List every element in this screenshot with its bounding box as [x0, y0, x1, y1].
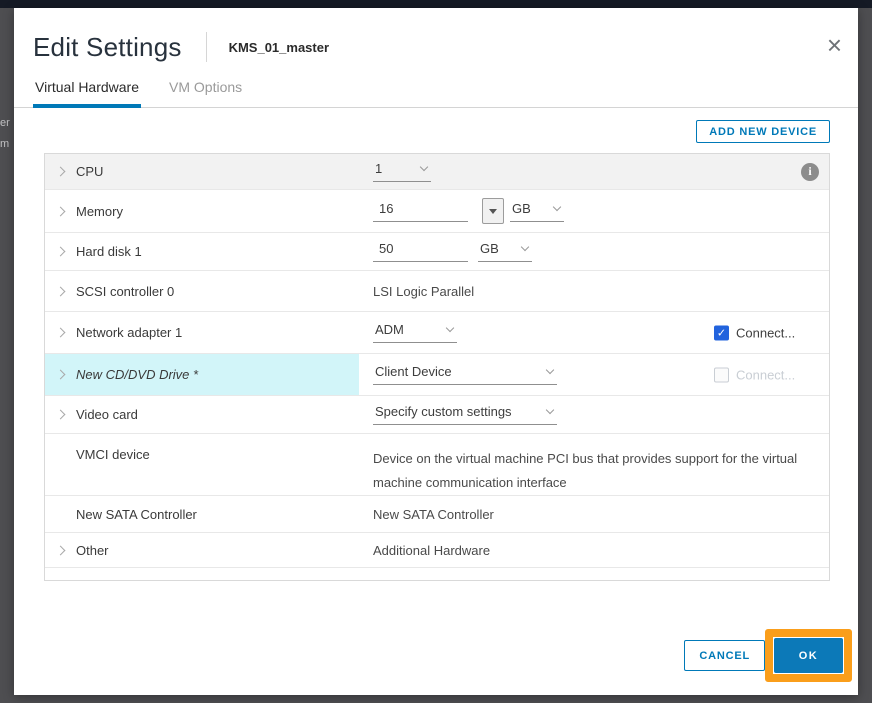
- dialog-footer: CANCEL OK: [684, 629, 852, 682]
- hw-row-new-sata-controller: New SATA Controller New SATA Controller: [45, 496, 829, 533]
- row-label: Network adapter 1: [76, 325, 182, 340]
- network-select[interactable]: ADM: [373, 322, 457, 343]
- close-icon[interactable]: ×: [827, 32, 842, 58]
- ok-highlight-annotation: OK: [765, 629, 852, 682]
- hardware-table: CPU 1 i Memory GB: [44, 153, 830, 581]
- row-label-col: CPU: [45, 154, 373, 189]
- video-settings-select[interactable]: Specify custom settings: [373, 404, 557, 425]
- expand-chevron-icon[interactable]: [56, 206, 66, 216]
- row-label-col: Network adapter 1: [45, 312, 373, 353]
- hw-row-vmci-device: VMCI device Device on the virtual machin…: [45, 434, 829, 496]
- connect-checkbox-group: ✓ Connect...: [714, 325, 795, 340]
- caret-down-icon: [489, 209, 497, 214]
- chevron-down-icon: [521, 243, 529, 251]
- row-label-col: Hard disk 1: [45, 233, 373, 270]
- row-value-text: Additional Hardware: [373, 543, 490, 558]
- chevron-down-icon: [553, 202, 561, 210]
- tab-virtual-hardware[interactable]: Virtual Hardware: [33, 79, 141, 108]
- row-label: Memory: [76, 204, 123, 219]
- connect-checkbox-group: Connect...: [714, 367, 795, 382]
- row-value-text: New SATA Controller: [373, 507, 494, 522]
- expand-chevron-icon[interactable]: [56, 286, 66, 296]
- dialog-header: Edit Settings KMS_01_master: [14, 8, 858, 64]
- hw-row-hard-disk-1: Hard disk 1 GB: [45, 233, 829, 271]
- hw-row-scsi-controller: SCSI controller 0 LSI Logic Parallel: [45, 271, 829, 312]
- hw-row-memory: Memory GB: [45, 190, 829, 233]
- connect-checkbox[interactable]: ✓: [714, 325, 729, 340]
- disk-unit-select[interactable]: GB: [478, 241, 532, 262]
- disk-size-input[interactable]: [373, 241, 468, 262]
- backdrop-text-fragment: er: [0, 117, 10, 129]
- header-divider: [206, 32, 207, 62]
- hw-row-cpu: CPU 1 i: [45, 154, 829, 190]
- row-label-col: SCSI controller 0: [45, 271, 373, 311]
- row-label: VMCI device: [76, 447, 150, 462]
- row-label: Video card: [76, 407, 138, 422]
- row-label: New CD/DVD Drive *: [76, 367, 198, 382]
- row-label-col: New CD/DVD Drive *: [45, 354, 373, 395]
- row-label: Hard disk 1: [76, 244, 142, 259]
- hw-row-other: Other Additional Hardware: [45, 533, 829, 568]
- hw-row-video-card: Video card Specify custom settings: [45, 396, 829, 434]
- memory-stepper-button[interactable]: [482, 198, 504, 224]
- backdrop-text-fragment: m: [0, 138, 9, 150]
- chevron-down-icon: [546, 406, 554, 414]
- dialog-title: Edit Settings: [33, 32, 182, 63]
- connect-label: Connect...: [736, 367, 795, 382]
- hw-row-network-adapter-1: Network adapter 1 ADM ✓ Connect...: [45, 312, 829, 354]
- tab-bar: Virtual Hardware VM Options: [14, 79, 858, 108]
- expand-chevron-icon[interactable]: [56, 545, 66, 555]
- cpu-count-select[interactable]: 1: [373, 161, 431, 182]
- ok-button[interactable]: OK: [774, 638, 843, 673]
- table-filler-row: [45, 568, 829, 580]
- memory-unit-select[interactable]: GB: [510, 201, 564, 222]
- row-label: SCSI controller 0: [76, 284, 174, 299]
- memory-size-input[interactable]: [373, 201, 468, 222]
- add-new-device-button[interactable]: ADD NEW DEVICE: [696, 120, 830, 143]
- row-label: Other: [76, 543, 109, 558]
- toolbar: ADD NEW DEVICE: [44, 120, 830, 144]
- cancel-button[interactable]: CANCEL: [684, 640, 765, 671]
- row-value-text: LSI Logic Parallel: [373, 284, 474, 299]
- tab-vm-options[interactable]: VM Options: [167, 79, 244, 107]
- expand-chevron-icon[interactable]: [56, 247, 66, 257]
- connect-checkbox-disabled[interactable]: [714, 367, 729, 382]
- expand-chevron-icon[interactable]: [56, 328, 66, 338]
- expand-chevron-icon[interactable]: [56, 167, 66, 177]
- cd-dvd-source-select[interactable]: Client Device: [373, 364, 557, 385]
- expand-chevron-icon[interactable]: [56, 410, 66, 420]
- row-label-col: New SATA Controller: [45, 496, 373, 532]
- row-label-col: VMCI device: [45, 447, 373, 462]
- row-label: CPU: [76, 164, 103, 179]
- row-label-col: Video card: [45, 396, 373, 433]
- row-label-col: Memory: [45, 190, 373, 232]
- info-icon[interactable]: i: [801, 163, 819, 181]
- vm-name: KMS_01_master: [229, 40, 329, 55]
- hw-row-new-cd-dvd-drive: New CD/DVD Drive * Client Device Connect…: [45, 354, 829, 396]
- chevron-down-icon: [420, 163, 428, 171]
- chevron-down-icon: [446, 324, 454, 332]
- chevron-down-icon: [546, 366, 554, 374]
- row-label: New SATA Controller: [76, 507, 197, 522]
- expand-chevron-icon[interactable]: [56, 370, 66, 380]
- row-label-col: Other: [45, 533, 373, 567]
- connect-label: Connect...: [736, 325, 795, 340]
- row-value-text: Device on the virtual machine PCI bus th…: [373, 447, 803, 495]
- edit-settings-dialog: Edit Settings KMS_01_master × Virtual Ha…: [14, 8, 858, 695]
- backdrop-top-bar: [0, 0, 872, 8]
